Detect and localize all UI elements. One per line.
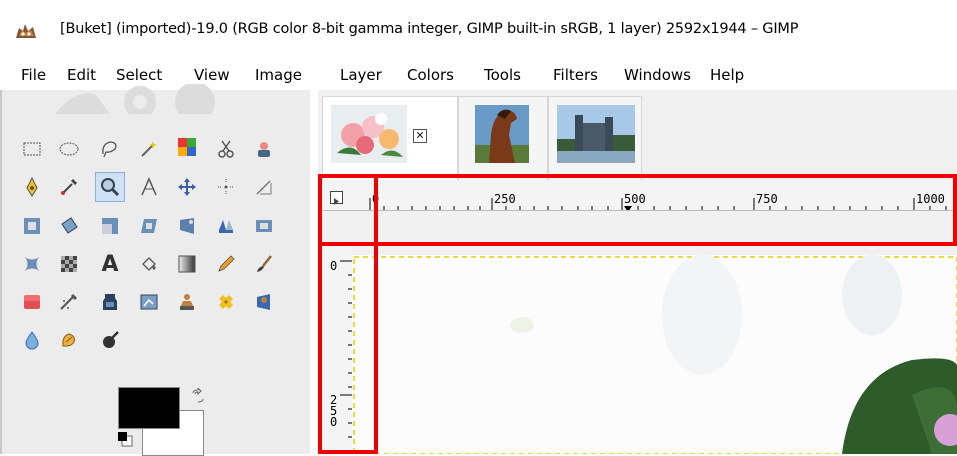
flip-icon[interactable]: [214, 214, 238, 238]
image-tab-horse[interactable]: [458, 96, 548, 184]
swap-colors-icon[interactable]: [190, 388, 206, 404]
image-tab-castle[interactable]: [548, 96, 642, 184]
gimp-wilber-icon: [16, 24, 36, 38]
window-title: [Buket] (imported)-19.0 (RGB color 8-bit…: [60, 21, 799, 37]
menu-tools[interactable]: Tools: [484, 66, 521, 84]
menu-select[interactable]: Select: [116, 66, 162, 84]
highlight-ruler-region: [318, 174, 957, 246]
default-colors-icon[interactable]: [118, 432, 134, 448]
title-bar: [Buket] (imported)-19.0 (RGB color 8-bit…: [0, 0, 957, 60]
menu-view[interactable]: View: [194, 66, 230, 84]
horse-thumbnail: [475, 105, 529, 163]
move-icon[interactable]: [175, 175, 199, 199]
eraser-icon[interactable]: [20, 290, 44, 314]
zoom-icon[interactable]: [95, 172, 125, 202]
perspective-icon[interactable]: [175, 214, 199, 238]
scale-icon[interactable]: [98, 214, 122, 238]
fuzzy-select-icon[interactable]: [137, 137, 161, 161]
paintbrush-icon[interactable]: [252, 252, 276, 276]
align-icon[interactable]: [214, 175, 238, 199]
select-by-color-icon[interactable]: [175, 135, 199, 159]
cage-transform-icon[interactable]: [252, 214, 276, 238]
dodge-burn-icon[interactable]: [98, 328, 122, 352]
color-picker-icon[interactable]: [57, 175, 81, 199]
menu-file[interactable]: File: [21, 66, 46, 84]
foreground-select-icon[interactable]: [252, 137, 276, 161]
scissors-icon[interactable]: [214, 137, 238, 161]
rotate-icon[interactable]: [57, 214, 81, 238]
foreground-color-swatch[interactable]: [118, 387, 180, 429]
shear-icon[interactable]: [137, 214, 161, 238]
clone-icon[interactable]: [175, 290, 199, 314]
smudge-icon[interactable]: [57, 328, 81, 352]
perspective-clone-icon[interactable]: [252, 290, 276, 314]
gradient-checker-icon[interactable]: [57, 252, 81, 276]
menu-filters[interactable]: Filters: [553, 66, 598, 84]
menu-edit[interactable]: Edit: [67, 66, 96, 84]
menu-help[interactable]: Help: [710, 66, 744, 84]
ink-icon[interactable]: [98, 290, 122, 314]
unified-transform-icon[interactable]: [20, 214, 44, 238]
image-tab-buket[interactable]: ✕: [322, 96, 458, 184]
free-select-icon[interactable]: [98, 137, 122, 161]
paths-icon[interactable]: [20, 175, 44, 199]
close-tab-icon[interactable]: ✕: [413, 129, 427, 143]
image-canvas[interactable]: [352, 255, 957, 454]
pencil-icon[interactable]: [214, 252, 238, 276]
flowers-thumbnail: [331, 105, 407, 163]
measure-icon[interactable]: [137, 175, 161, 199]
mypaint-brush-icon[interactable]: [137, 290, 161, 314]
crop-icon[interactable]: [252, 175, 276, 199]
highlight-left-ruler-region: [318, 174, 378, 454]
canvas-image: [352, 255, 957, 454]
rect-select-icon[interactable]: [20, 137, 44, 161]
menu-colors[interactable]: Colors: [407, 66, 454, 84]
bucket-fill-icon[interactable]: [137, 252, 161, 276]
warp-transform-icon[interactable]: [20, 252, 44, 276]
menu-image[interactable]: Image: [255, 66, 302, 84]
heal-icon[interactable]: [214, 290, 238, 314]
blend-icon[interactable]: [175, 252, 199, 276]
airbrush-icon[interactable]: [57, 290, 81, 314]
ellipse-select-icon[interactable]: [57, 137, 81, 161]
text-icon[interactable]: A: [98, 252, 122, 277]
menu-windows[interactable]: Windows: [624, 66, 691, 84]
blur-icon[interactable]: [20, 328, 44, 352]
toolbox-border: [0, 90, 2, 454]
wilber-drop-zone-icon: [55, 84, 215, 114]
castle-thumbnail: [557, 105, 635, 163]
menu-layer[interactable]: Layer: [340, 66, 382, 84]
